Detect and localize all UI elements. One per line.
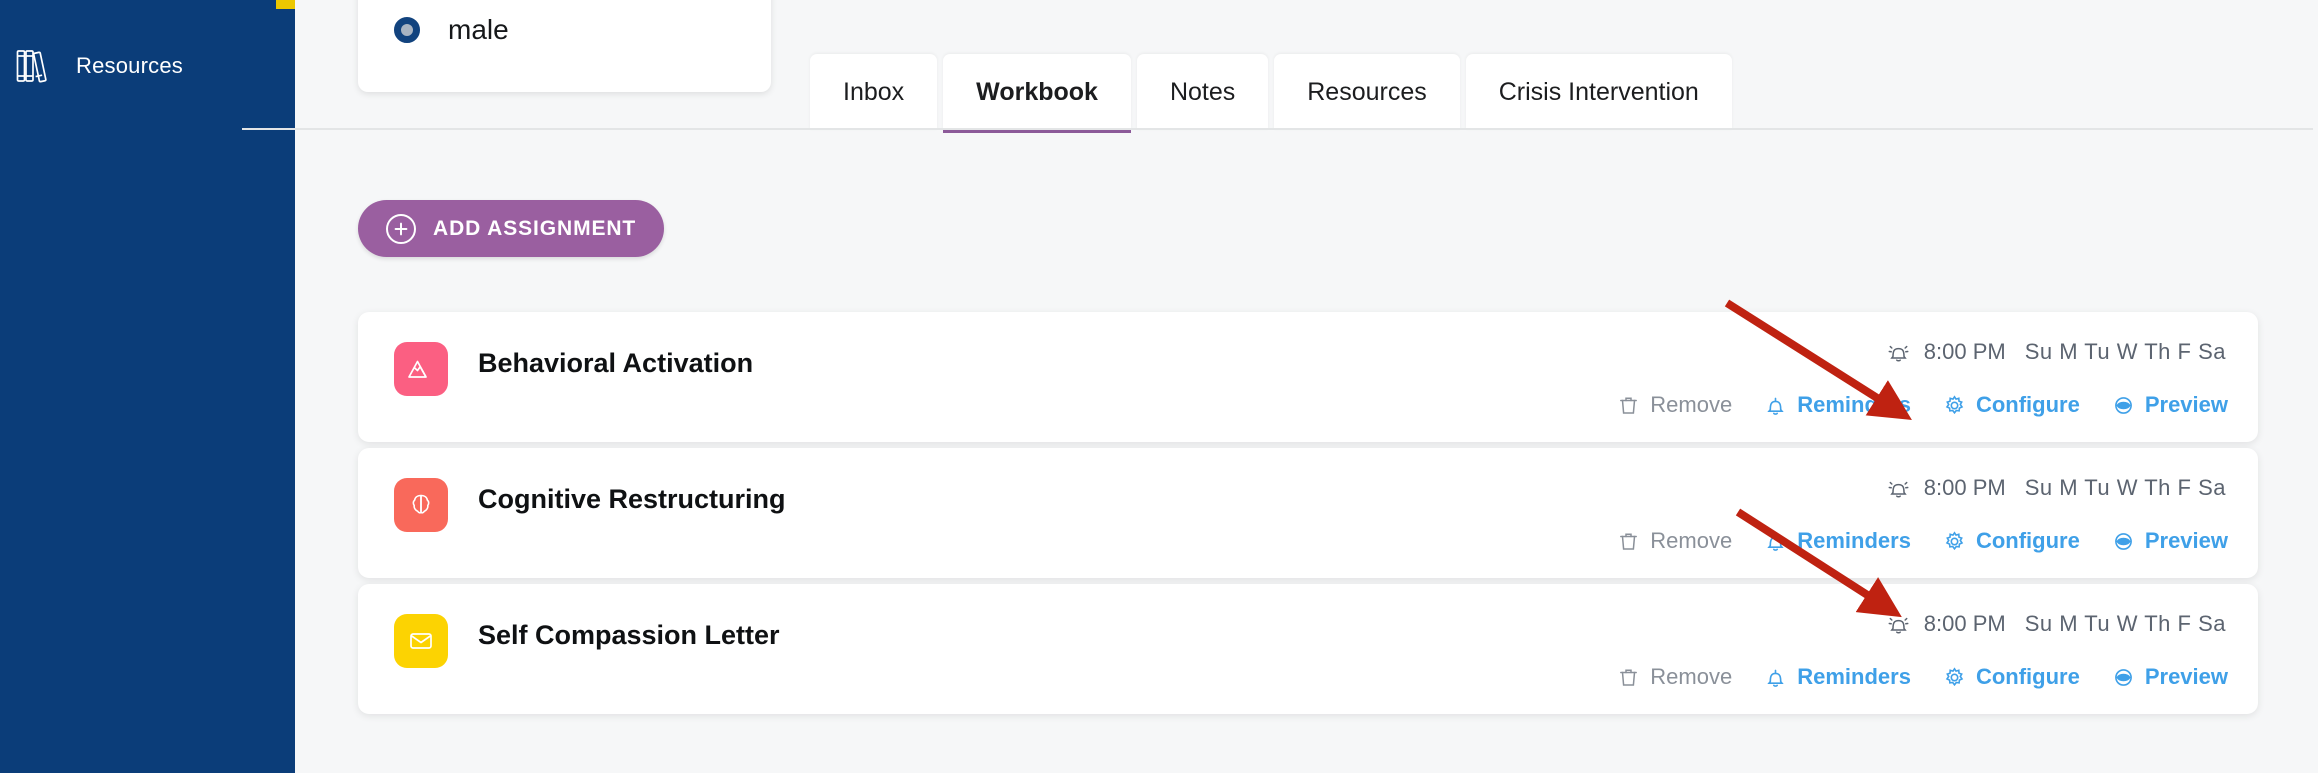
action-label: Remove: [1650, 528, 1733, 553]
assignment-title: Self Compassion Letter: [478, 620, 780, 650]
assignment-schedule: 8:00 PM Su M Tu W Th F Sa: [1886, 475, 2226, 501]
bell-icon: [1764, 394, 1787, 417]
eye-icon: [2112, 666, 2135, 689]
sidebar-accent-marker: [276, 0, 295, 9]
alarm-bell-icon: [1886, 612, 1911, 637]
reminders-button[interactable]: Reminders: [1764, 528, 1911, 554]
tab-resources[interactable]: Resources: [1274, 54, 1460, 130]
configure-button[interactable]: Configure: [1943, 664, 2080, 690]
assignment-card[interactable]: Cognitive Restructuring 8:00 PM Su M Tu …: [358, 448, 2258, 578]
trash-icon: [1617, 530, 1640, 553]
assignment-actions: Remove Reminders Configure Preview: [1617, 664, 2228, 690]
action-label: Preview: [2144, 664, 2228, 689]
action-label: Preview: [2144, 392, 2228, 417]
tab-label: Inbox: [843, 77, 905, 106]
action-label: Reminders: [1797, 528, 1911, 553]
assignment-card[interactable]: Behavioral Activation 8:00 PM Su M Tu W …: [358, 312, 2258, 442]
gear-icon: [1943, 530, 1966, 553]
remove-button[interactable]: Remove: [1617, 392, 1732, 418]
configure-button[interactable]: Configure: [1943, 392, 2080, 418]
assignment-actions: Remove Reminders Configure Preview: [1617, 528, 2228, 554]
tab-notes[interactable]: Notes: [1136, 54, 1269, 130]
trash-icon: [1617, 666, 1640, 689]
preview-button[interactable]: Preview: [2112, 664, 2228, 690]
tab-crisis-intervention[interactable]: Crisis Intervention: [1465, 54, 1732, 130]
trash-icon: [1617, 394, 1640, 417]
tab-bar: Inbox Workbook Notes Resources Crisis In…: [810, 27, 1738, 133]
preview-button[interactable]: Preview: [2112, 392, 2228, 418]
remove-button[interactable]: Remove: [1617, 528, 1732, 554]
assignment-days: Su M Tu W Th F Sa: [2024, 339, 2226, 364]
assignment-schedule: 8:00 PM Su M Tu W Th F Sa: [1886, 611, 2226, 637]
action-label: Configure: [1975, 664, 2080, 689]
plus-circle-icon: [386, 213, 416, 244]
reminders-button[interactable]: Reminders: [1764, 392, 1911, 418]
eye-icon: [2112, 394, 2135, 417]
sidebar: Resources: [0, 0, 295, 773]
gear-icon: [1943, 394, 1966, 417]
preview-button[interactable]: Preview: [2112, 528, 2228, 554]
brain-icon: [394, 478, 448, 532]
action-label: Configure: [1975, 528, 2080, 553]
bell-icon: [1764, 666, 1787, 689]
eye-icon: [2112, 530, 2135, 553]
assignment-days: Su M Tu W Th F Sa: [2024, 611, 2226, 636]
main-content: male Inbox Workbook Notes Resources Cris…: [242, 0, 2318, 773]
mountain-icon: [394, 342, 448, 396]
radio-option-male[interactable]: male: [394, 14, 509, 46]
configure-button[interactable]: Configure: [1943, 528, 2080, 554]
letter-icon: [394, 614, 448, 668]
gear-icon: [1943, 666, 1966, 689]
radio-button-selected-icon[interactable]: [394, 17, 420, 43]
reminders-button[interactable]: Reminders: [1764, 664, 1911, 690]
assignment-card[interactable]: Self Compassion Letter 8:00 PM Su M Tu W…: [358, 584, 2258, 714]
assignment-time: 8:00 PM: [1923, 339, 2006, 364]
books-icon: [14, 46, 54, 86]
action-label: Remove: [1650, 664, 1733, 689]
radio-option-label: male: [448, 14, 509, 45]
add-assignment-label: ADD ASSIGNMENT: [433, 216, 637, 240]
tab-label: Notes: [1169, 77, 1236, 106]
screen-root: Resources male Inbox Workbook Notes Reso…: [0, 0, 2318, 773]
sidebar-item-label: Resources: [76, 53, 183, 78]
alarm-bell-icon: [1886, 340, 1911, 365]
gender-selection-card: male: [358, 0, 771, 92]
action-label: Reminders: [1797, 664, 1911, 689]
action-label: Configure: [1975, 392, 2080, 417]
tab-bar-divider: [242, 128, 2313, 130]
assignment-time: 8:00 PM: [1923, 611, 2006, 636]
assignment-days: Su M Tu W Th F Sa: [2024, 475, 2226, 500]
tab-inbox[interactable]: Inbox: [810, 54, 938, 130]
assignment-title: Cognitive Restructuring: [478, 484, 786, 514]
action-label: Remove: [1650, 392, 1733, 417]
action-label: Reminders: [1797, 392, 1911, 417]
remove-button[interactable]: Remove: [1617, 664, 1732, 690]
add-assignment-button[interactable]: ADD ASSIGNMENT: [358, 200, 665, 257]
tab-label: Resources: [1307, 77, 1427, 106]
action-label: Preview: [2144, 528, 2228, 553]
assignment-schedule: 8:00 PM Su M Tu W Th F Sa: [1886, 339, 2226, 365]
assignment-actions: Remove Reminders Configure Preview: [1617, 392, 2228, 418]
bell-icon: [1764, 530, 1787, 553]
assignment-time: 8:00 PM: [1923, 475, 2006, 500]
sidebar-item-resources[interactable]: Resources: [14, 46, 183, 86]
tab-label: Workbook: [976, 77, 1098, 106]
tab-workbook[interactable]: Workbook: [943, 54, 1131, 133]
alarm-bell-icon: [1886, 476, 1911, 501]
assignment-title: Behavioral Activation: [478, 348, 754, 378]
tab-label: Crisis Intervention: [1498, 77, 1699, 106]
